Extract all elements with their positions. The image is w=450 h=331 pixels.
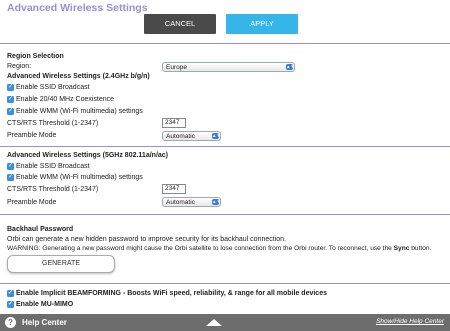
band24-ssid-broadcast-label: Enable SSID Broadcast [16,84,90,91]
select-arrow-icon: ▲▼ [286,64,295,70]
sync-emphasis: Sync [393,245,410,252]
region-label: Region: [7,63,32,70]
band24-ssid-broadcast-checkbox[interactable]: ✓ Enable SSID Broadcast [7,84,90,91]
band5-ssid-broadcast-label: Enable SSID Broadcast [16,163,90,170]
beamforming-checkbox[interactable]: ✓ Enable Implicit BEAMFORMING - Boosts W… [7,290,327,297]
show-hide-help-link[interactable]: Show/Hide Help Center [376,318,444,325]
header-bar: Advanced Wireless Settings CANCEL APPLY [0,0,450,40]
backhaul-warning: WARNING: Generating a new password might… [7,245,431,252]
apply-button[interactable]: APPLY [226,14,298,34]
region-select-value: Europe [166,64,187,71]
band5-wmm-label: Enable WMM (Wi-Fi multimedia) settings [16,174,143,181]
band5-title: Advanced Wireless Settings (5GHz 802.11a… [7,152,169,159]
help-icon: ? [5,317,16,328]
help-center-bar: ? Help Center Show/Hide Help Center [0,314,450,331]
checkmark-icon: ✓ [7,174,14,181]
band5-preamble-select[interactable]: Automatic ▲▼ [162,197,221,207]
beamforming-label: Enable Implicit BEAMFORMING - Boosts WiF… [16,290,327,297]
section-divider-1 [0,146,450,147]
checkmark-icon: ✓ [7,108,14,115]
band5-ssid-broadcast-checkbox[interactable]: ✓ Enable SSID Broadcast [7,163,90,170]
band5-wmm-checkbox[interactable]: ✓ Enable WMM (Wi-Fi multimedia) settings [7,174,143,181]
band24-preamble-label: Preamble Mode [7,132,57,139]
backhaul-warning-text: WARNING: Generating a new password might… [7,245,394,252]
checkmark-icon: ✓ [7,96,14,103]
checkmark-icon: ✓ [7,163,14,170]
band24-preamble-value: Automatic [166,133,195,140]
header-divider [0,43,450,44]
section-divider-2 [0,214,450,215]
checkmark-icon: ✓ [7,84,14,91]
band5-preamble-value: Automatic [166,199,195,206]
band24-coexistence-label: Enable 20/40 MHz Coexistence [16,96,115,103]
checkmark-icon: ✓ [7,301,14,308]
region-section-title: Region Selection [7,53,64,60]
expand-arrow-icon[interactable] [206,319,222,326]
select-arrow-icon: ▲▼ [212,133,221,139]
help-center-title: Help Center [22,318,67,327]
band24-preamble-select[interactable]: Automatic ▲▼ [162,131,221,141]
page-title: Advanced Wireless Settings [7,2,148,14]
band24-title: Advanced Wireless Settings (2.4GHz b/g/n… [7,73,150,80]
band5-cts-label: CTS/RTS Threshold (1-2347) [7,186,99,193]
band24-coexistence-checkbox[interactable]: ✓ Enable 20/40 MHz Coexistence [7,96,114,103]
band24-wmm-label: Enable WMM (Wi-Fi multimedia) settings [16,108,143,115]
checkmark-icon: ✓ [7,290,14,297]
band5-cts-input[interactable]: 2347 [162,184,186,194]
mumimo-label: Enable MU-MIMO [16,301,74,308]
region-select[interactable]: Europe ▲▼ [162,62,295,72]
backhaul-description: Orbi can generate a new hidden password … [7,236,286,243]
generate-button[interactable]: GENERATE [7,255,115,273]
band24-cts-label: CTS/RTS Threshold (1-2347) [7,120,99,127]
cancel-button[interactable]: CANCEL [144,14,216,34]
backhaul-title: Backhaul Password [7,226,74,233]
mumimo-checkbox[interactable]: ✓ Enable MU-MIMO [7,301,73,308]
band5-preamble-label: Preamble Mode [7,199,57,206]
section-divider-3 [0,283,450,284]
backhaul-warning-end: button. [409,245,432,252]
select-arrow-icon: ▲▼ [212,199,221,205]
band24-wmm-checkbox[interactable]: ✓ Enable WMM (Wi-Fi multimedia) settings [7,108,143,115]
band24-cts-input[interactable]: 2347 [162,118,186,128]
